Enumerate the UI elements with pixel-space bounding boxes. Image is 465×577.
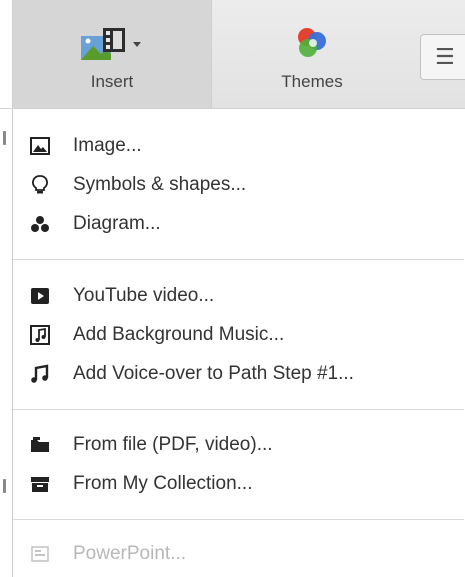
menu-item-background-music[interactable]: Add Background Music... xyxy=(13,318,464,352)
toolbar-edge xyxy=(0,0,12,108)
menu-item-label: From My Collection... xyxy=(73,473,253,494)
diagram-icon xyxy=(29,213,51,235)
themes-label: Themes xyxy=(281,72,343,91)
menu-separator xyxy=(13,519,464,520)
themes-button[interactable]: Themes xyxy=(212,0,412,108)
toolbar: Insert Themes ☰ xyxy=(0,0,465,109)
menu-separator xyxy=(13,259,464,260)
insert-media-icon xyxy=(79,22,145,68)
menu-item-from-file[interactable]: From file (PDF, video)... xyxy=(13,428,464,462)
menu-item-diagram[interactable]: Diagram... xyxy=(13,207,464,241)
menu-separator xyxy=(13,409,464,410)
rail-marker xyxy=(3,479,6,493)
hamburger-menu-button[interactable]: ☰ xyxy=(420,34,465,80)
menu-item-label: YouTube video... xyxy=(73,285,215,306)
menu-item-powerpoint: PowerPoint... xyxy=(13,537,464,571)
youtube-play-icon xyxy=(29,285,51,307)
menu-item-label: Diagram... xyxy=(73,213,161,234)
menu-item-label: PowerPoint... xyxy=(73,543,186,564)
insert-button[interactable]: Insert xyxy=(12,0,212,108)
menu-item-label: From file (PDF, video)... xyxy=(73,434,273,455)
menu-item-image[interactable]: Image... xyxy=(13,129,464,163)
menu-item-label: Add Voice-over to Path Step #1... xyxy=(73,363,354,384)
menu-item-symbols-shapes[interactable]: Symbols & shapes... xyxy=(13,168,464,202)
lightbulb-icon xyxy=(29,174,51,196)
music-file-icon xyxy=(29,324,51,346)
rail-marker xyxy=(3,131,6,145)
themes-palette-icon xyxy=(292,22,332,68)
menu-item-voice-over[interactable]: Add Voice-over to Path Step #1... xyxy=(13,357,464,391)
music-note-icon xyxy=(29,363,51,385)
folder-icon xyxy=(29,434,51,456)
left-rail xyxy=(0,109,12,577)
menu-item-from-collection[interactable]: From My Collection... xyxy=(13,467,464,501)
menu-item-youtube-video[interactable]: YouTube video... xyxy=(13,279,464,313)
menu-item-label: Image... xyxy=(73,135,142,156)
insert-label: Insert xyxy=(90,72,134,91)
collection-box-icon xyxy=(29,473,51,495)
menu-item-label: Add Background Music... xyxy=(73,324,285,345)
powerpoint-icon xyxy=(29,543,51,565)
menu-item-label: Symbols & shapes... xyxy=(73,174,247,195)
insert-dropdown-menu: Image... Symbols & shapes... Diagram... xyxy=(12,109,465,577)
image-icon xyxy=(29,135,51,157)
hamburger-icon: ☰ xyxy=(435,44,455,69)
